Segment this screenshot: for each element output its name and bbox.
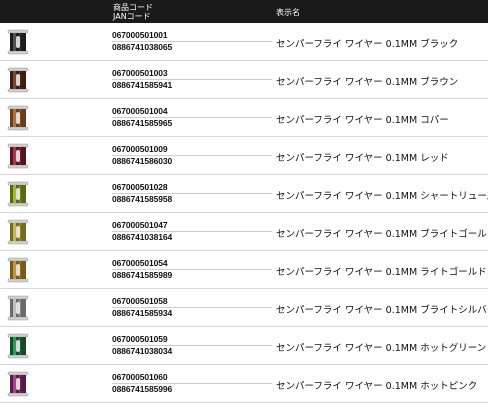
- product-codes: 067000501028 0886741585958: [112, 182, 272, 205]
- product-codes: 067000501009 0886741586030: [112, 144, 272, 167]
- product-thumbnail[interactable]: [5, 141, 33, 171]
- wire-spool-icon: [5, 217, 33, 247]
- product-thumbnail[interactable]: [5, 65, 33, 95]
- jan-code: 0886741586030: [112, 156, 173, 166]
- product-thumbnail[interactable]: [5, 369, 33, 399]
- product-thumbnail[interactable]: [5, 27, 33, 57]
- product-name[interactable]: センパーフライ ワイヤー 0.1MM コパー: [276, 112, 449, 126]
- product-code: 067000501060: [112, 372, 272, 384]
- product-code: 067000501059: [112, 334, 272, 346]
- product-code: 067000501054: [112, 258, 272, 270]
- product-codes: 067000501001 0886741038065: [112, 30, 272, 53]
- product-name[interactable]: センパーフライ ワイヤー 0.1MM ブライトシルバー: [276, 302, 488, 316]
- header-product-code: 商品コード: [113, 3, 153, 12]
- wire-spool-icon: [5, 103, 33, 133]
- wire-spool-icon: [5, 27, 33, 57]
- product-code: 067000501058: [112, 296, 272, 308]
- table-row[interactable]: 067000501004 0886741585965 センパーフライ ワイヤー …: [0, 99, 488, 137]
- product-code: 067000501001: [112, 30, 272, 42]
- product-name[interactable]: センパーフライ ワイヤー 0.1MM ホットグリーン: [276, 340, 486, 354]
- jan-code: 0886741585989: [112, 270, 173, 280]
- wire-spool-icon: [5, 65, 33, 95]
- table-row[interactable]: 067000501047 0886741038164 センパーフライ ワイヤー …: [0, 213, 488, 251]
- table-row[interactable]: 067000501009 0886741586030 センパーフライ ワイヤー …: [0, 137, 488, 175]
- product-thumbnail[interactable]: [5, 331, 33, 361]
- product-code: 067000501047: [112, 220, 272, 232]
- wire-spool-icon: [5, 179, 33, 209]
- product-thumbnail[interactable]: [5, 103, 33, 133]
- product-codes: 067000501059 0886741038034: [112, 334, 272, 357]
- table-row[interactable]: 067000501059 0886741038034 センパーフライ ワイヤー …: [0, 327, 488, 365]
- table-header: 商品コード JANコード 表示名: [0, 0, 488, 23]
- product-thumbnail[interactable]: [5, 217, 33, 247]
- product-code: 067000501009: [112, 144, 272, 156]
- product-name[interactable]: センパーフライ ワイヤー 0.1MM ホットピンク: [276, 378, 477, 392]
- product-thumbnail[interactable]: [5, 255, 33, 285]
- jan-code: 0886741585996: [112, 384, 173, 394]
- jan-code: 0886741038164: [112, 232, 173, 242]
- wire-spool-icon: [5, 255, 33, 285]
- wire-spool-icon: [5, 369, 33, 399]
- table-row[interactable]: 067000501028 0886741585958 センパーフライ ワイヤー …: [0, 175, 488, 213]
- jan-code: 0886741038034: [112, 346, 173, 356]
- jan-code: 0886741585941: [112, 80, 173, 90]
- product-name[interactable]: センパーフライ ワイヤー 0.1MM シャートリューズ: [276, 188, 488, 202]
- header-display-name: 表示名: [276, 8, 300, 17]
- product-name[interactable]: センパーフライ ワイヤー 0.1MM ブラック: [276, 36, 458, 50]
- wire-spool-icon: [5, 331, 33, 361]
- product-code: 067000501004: [112, 106, 272, 118]
- product-codes: 067000501060 0886741585996: [112, 372, 272, 395]
- header-jan-code: JANコード: [113, 12, 151, 21]
- product-codes: 067000501058 0886741585934: [112, 296, 272, 319]
- product-name[interactable]: センパーフライ ワイヤー 0.1MM ブライトゴールド: [276, 226, 488, 240]
- table-row[interactable]: 067000501060 0886741585996 センパーフライ ワイヤー …: [0, 365, 488, 403]
- product-thumbnail[interactable]: [5, 293, 33, 323]
- jan-code: 0886741585958: [112, 194, 173, 204]
- jan-code: 0886741585934: [112, 308, 173, 318]
- product-code: 067000501003: [112, 68, 272, 80]
- table-row[interactable]: 067000501058 0886741585934 センパーフライ ワイヤー …: [0, 289, 488, 327]
- wire-spool-icon: [5, 141, 33, 171]
- product-codes: 067000501054 0886741585989: [112, 258, 272, 281]
- product-codes: 067000501003 0886741585941: [112, 68, 272, 91]
- header-code-column: 商品コード JANコード: [113, 3, 153, 21]
- product-code: 067000501028: [112, 182, 272, 194]
- jan-code: 0886741585965: [112, 118, 173, 128]
- jan-code: 0886741038065: [112, 42, 173, 52]
- table-row[interactable]: 067000501001 0886741038065 センパーフライ ワイヤー …: [0, 23, 488, 61]
- product-thumbnail[interactable]: [5, 179, 33, 209]
- table-row[interactable]: 067000501003 0886741585941 センパーフライ ワイヤー …: [0, 61, 488, 99]
- product-name[interactable]: センパーフライ ワイヤー 0.1MM ブラウン: [276, 74, 458, 88]
- product-name[interactable]: センパーフライ ワイヤー 0.1MM レッド: [276, 150, 449, 164]
- product-codes: 067000501047 0886741038164: [112, 220, 272, 243]
- product-table: 商品コード JANコード 表示名 067000501001 0886741038…: [0, 0, 488, 408]
- wire-spool-icon: [5, 293, 33, 323]
- product-codes: 067000501004 0886741585965: [112, 106, 272, 129]
- product-name[interactable]: センパーフライ ワイヤー 0.1MM ライトゴールド: [276, 264, 487, 278]
- table-row[interactable]: 067000501054 0886741585989 センパーフライ ワイヤー …: [0, 251, 488, 289]
